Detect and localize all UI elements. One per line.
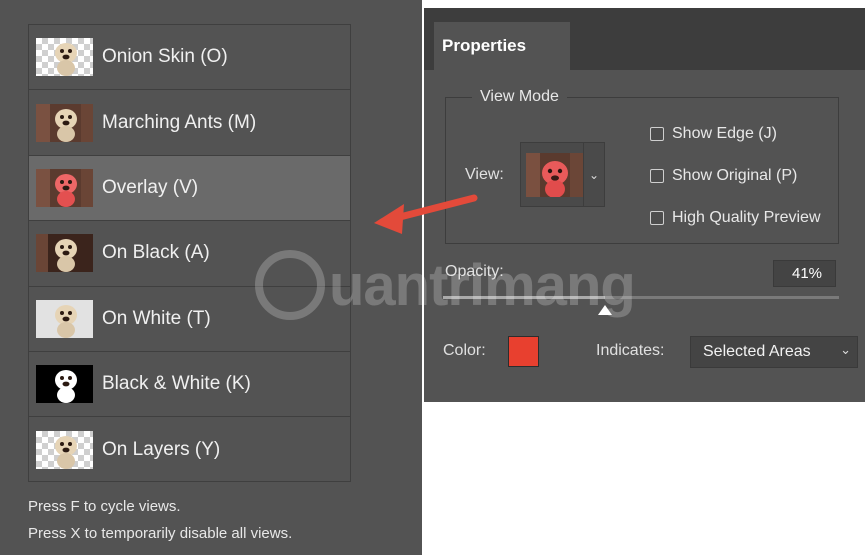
tab-properties[interactable]: Properties — [434, 22, 570, 70]
view-mode-legend: View Mode — [472, 88, 567, 106]
view-mode-item[interactable]: Overlay (V) — [29, 155, 350, 222]
view-mode-thumbnail — [36, 38, 93, 77]
view-mode-thumbnail — [36, 365, 93, 404]
view-mode-label: On White (T) — [102, 307, 211, 329]
high-quality-option[interactable]: High Quality Preview — [650, 209, 821, 227]
show-edge-option[interactable]: Show Edge (J) — [650, 125, 777, 143]
view-mode-label: On Layers (Y) — [102, 439, 221, 461]
opacity-slider[interactable] — [443, 296, 839, 299]
high-quality-label: High Quality Preview — [672, 209, 821, 226]
view-mode-panel: Onion Skin (O) Marching Ants (M) Overlay (… — [0, 0, 422, 555]
view-mode-list: Onion Skin (O) Marching Ants (M) Overlay (… — [28, 24, 351, 482]
view-mode-label: Black & White (K) — [102, 373, 251, 395]
color-label: Color: — [443, 342, 486, 359]
hint-disable: Press X to temporarily disable all views… — [28, 525, 293, 542]
view-label: View: — [465, 166, 504, 183]
indicates-select[interactable]: Selected Areas ⌄ — [690, 336, 858, 368]
show-original-checkbox[interactable] — [650, 169, 664, 183]
chevron-down-icon: ⌄ — [840, 342, 851, 357]
opacity-slider-fill — [443, 296, 606, 299]
view-mode-item[interactable]: On White (T) — [29, 287, 350, 352]
view-mode-item[interactable]: On Layers (Y) — [29, 417, 350, 482]
show-original-label: Show Original (P) — [672, 167, 798, 184]
view-mode-label: Onion Skin (O) — [102, 46, 228, 68]
view-mode-thumbnail — [36, 168, 93, 207]
opacity-slider-handle[interactable] — [598, 305, 613, 315]
hint-cycle: Press F to cycle views. — [28, 498, 181, 515]
indicates-label: Indicates: — [596, 342, 665, 359]
view-mode-item[interactable]: Marching Ants (M) — [29, 90, 350, 156]
annotation-arrow-icon — [374, 194, 478, 234]
show-original-option[interactable]: Show Original (P) — [650, 167, 797, 185]
view-mode-label: Marching Ants (M) — [102, 111, 257, 133]
view-mode-item[interactable]: Onion Skin (O) — [29, 25, 350, 91]
view-mode-label: Overlay (V) — [102, 176, 199, 198]
view-mode-thumbnail — [36, 103, 93, 142]
high-quality-checkbox[interactable] — [650, 211, 664, 225]
opacity-input[interactable]: 41% — [773, 260, 836, 287]
view-preview-thumbnail — [526, 153, 583, 197]
view-mode-label: On Black (A) — [102, 242, 210, 264]
show-edge-label: Show Edge (J) — [672, 125, 777, 142]
indicates-value: Selected Areas — [703, 343, 811, 360]
overlay-color-swatch[interactable] — [508, 336, 539, 367]
view-select[interactable]: ⌄ — [520, 142, 605, 207]
view-mode-thumbnail — [36, 431, 93, 470]
view-mode-item[interactable]: Black & White (K) — [29, 352, 350, 418]
chevron-down-icon[interactable]: ⌄ — [583, 143, 604, 206]
view-mode-thumbnail — [36, 234, 93, 273]
opacity-label: Opacity: — [445, 263, 504, 280]
show-edge-checkbox[interactable] — [650, 127, 664, 141]
tab-bar: Properties — [424, 8, 865, 70]
view-mode-item[interactable]: On Black (A) — [29, 221, 350, 287]
view-mode-thumbnail — [36, 299, 93, 338]
